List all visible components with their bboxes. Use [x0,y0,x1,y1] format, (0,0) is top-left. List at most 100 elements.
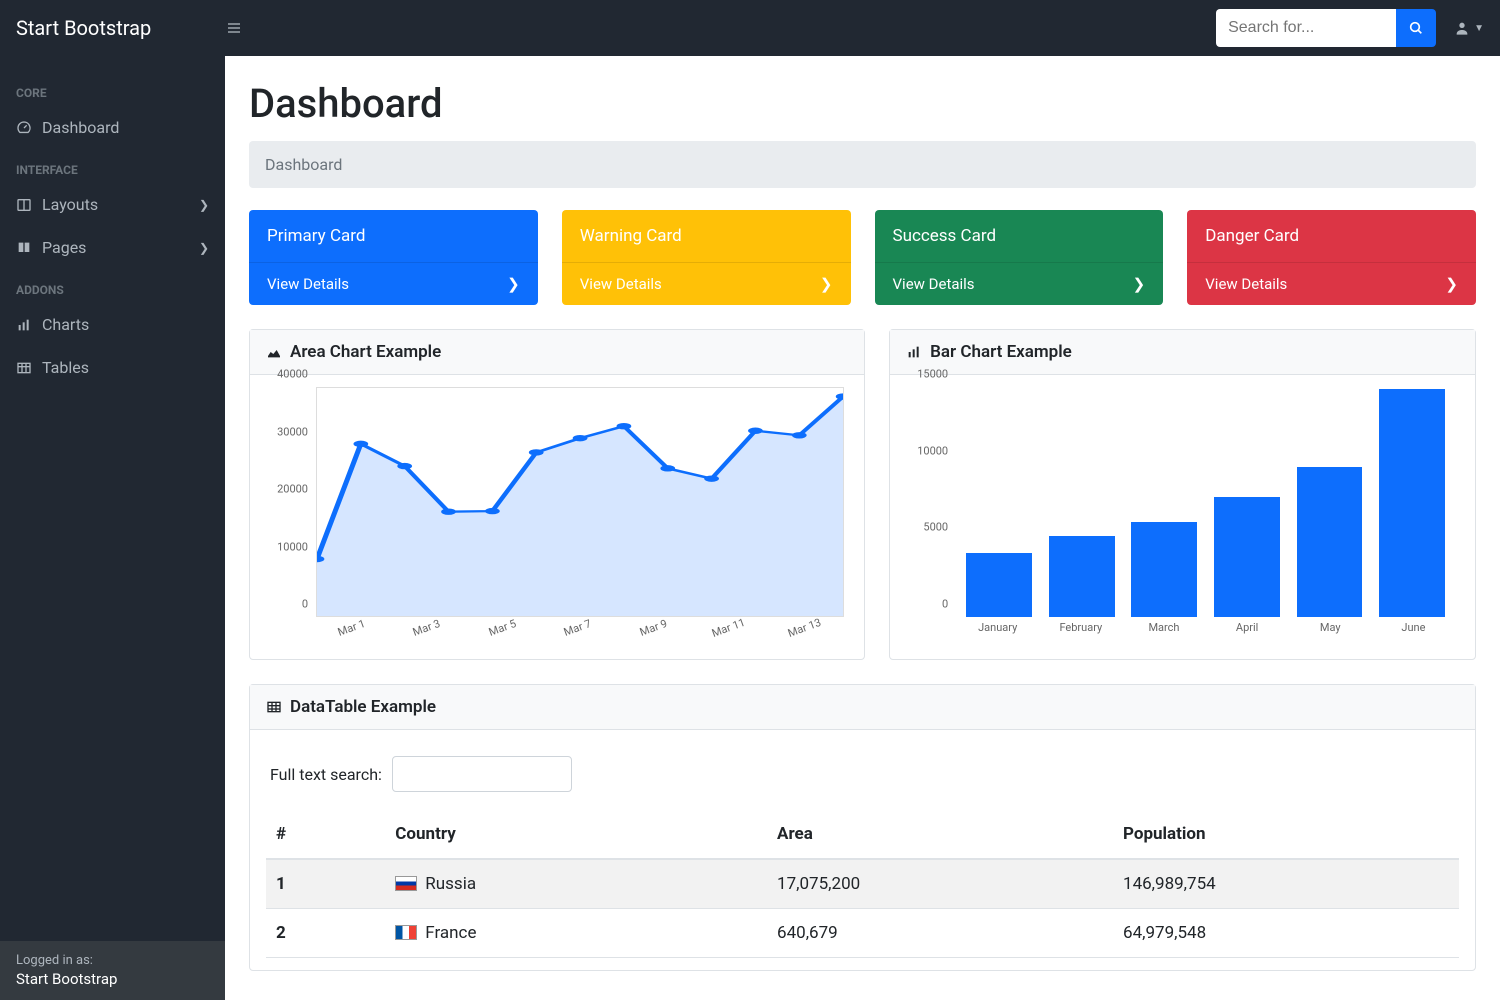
datatable-panel: DataTable Example Full text search: # Co… [249,684,1476,971]
stat-card-title: Danger Card [1187,210,1476,262]
sidebar-item-label: Pages [42,238,86,257]
x-tick: March [1122,621,1205,647]
chevron-right-icon: ❯ [199,241,209,255]
area-chart-panel: Area Chart Example 010000200003000040000… [249,329,865,660]
stat-card-link-label: View Details [1205,275,1287,293]
sidebar-toggle-button[interactable] [216,12,252,45]
x-tick: January [956,621,1039,647]
y-tick: 0 [302,598,308,611]
bar [1049,536,1115,617]
chart-icon [16,317,32,333]
brand[interactable]: Start Bootstrap [16,16,216,40]
sidebar-item-charts[interactable]: Charts [0,303,225,346]
flag-ru-icon [395,876,417,891]
stat-card-link-label: View Details [893,275,975,293]
breadcrumb-item: Dashboard [265,155,342,174]
table-icon [266,699,282,715]
panel-title: Bar Chart Example [930,342,1072,362]
tachometer-icon [16,120,32,136]
page-title: Dashboard [249,80,1476,127]
stat-card-link[interactable]: View Details ❯ [875,262,1164,305]
sidebar-footer-user: Start Bootstrap [16,970,209,988]
stat-card-warning: Warning Card View Details ❯ [562,210,851,305]
search-form [1216,9,1436,47]
datatable-header-population[interactable]: Population [1113,810,1459,859]
x-tick: April [1206,621,1289,647]
stat-card-link[interactable]: View Details ❯ [1187,262,1476,305]
x-tick: February [1039,621,1122,647]
stat-card-link-label: View Details [580,275,662,293]
caret-down-icon: ▼ [1474,23,1484,34]
table-row: 1Russia17,075,200146,989,754 [266,859,1459,909]
sidebar-footer: Logged in as: Start Bootstrap [0,941,225,1000]
columns-icon [16,197,32,213]
search-button[interactable] [1396,9,1436,47]
panel-header: Area Chart Example [250,330,864,375]
chart-panel-row: Area Chart Example 010000200003000040000… [249,329,1476,660]
cell-country: France [385,909,767,958]
chevron-right-icon: ❯ [1133,275,1146,293]
sidebar: CORE Dashboard INTERFACE Layouts ❯ Pages… [0,56,225,1000]
sidebar-item-layouts[interactable]: Layouts ❯ [0,183,225,226]
sidebar-item-label: Layouts [42,195,98,214]
datatable-header-country[interactable]: Country [385,810,767,859]
bar-chart-panel: Bar Chart Example 050001000015000 Januar… [889,329,1476,660]
search-icon [1408,20,1424,36]
breadcrumb: Dashboard [249,141,1476,188]
cell-area: 640,679 [767,909,1113,958]
search-input[interactable] [1216,9,1396,47]
table-row: 2France640,67964,979,548 [266,909,1459,958]
stat-card-success: Success Card View Details ❯ [875,210,1164,305]
sidebar-item-label: Dashboard [42,118,119,137]
sidebar-footer-label: Logged in as: [16,953,209,968]
y-tick: 15000 [917,368,948,381]
bar [1131,522,1197,617]
stat-card-link[interactable]: View Details ❯ [562,262,851,305]
x-tick: June [1372,621,1455,647]
cell-population: 64,979,548 [1113,909,1459,958]
datatable: # Country Area Population 1Russia17,075,… [266,810,1459,958]
y-tick: 40000 [277,368,308,381]
stat-card-link-label: View Details [267,275,349,293]
y-tick: 30000 [277,425,308,438]
y-tick: 0 [942,598,948,611]
bar [1379,389,1445,617]
y-tick: 20000 [277,483,308,496]
bar-chart-icon [906,344,922,360]
stat-card-danger: Danger Card View Details ❯ [1187,210,1476,305]
stat-card-link[interactable]: View Details ❯ [249,262,538,305]
sidebar-heading-addons: ADDONS [0,269,225,303]
sidebar-item-label: Charts [42,315,89,334]
user-icon [1454,20,1470,36]
stat-card-primary: Primary Card View Details ❯ [249,210,538,305]
sidebar-item-dashboard[interactable]: Dashboard [0,106,225,149]
stat-card-row: Primary Card View Details ❯ Warning Card… [249,210,1476,305]
bars-icon [226,20,242,36]
chevron-right-icon: ❯ [507,275,520,293]
table-icon [16,360,32,376]
datatable-header-idx[interactable]: # [266,810,385,859]
cell-country: Russia [385,859,767,909]
book-icon [16,240,32,256]
panel-title: DataTable Example [290,697,436,717]
y-tick: 5000 [923,521,948,534]
user-menu[interactable]: ▼ [1454,20,1484,36]
area-chart-icon [266,344,282,360]
datatable-search: Full text search: [266,742,1459,810]
cell-idx: 1 [266,859,385,909]
chevron-right-icon: ❯ [820,275,833,293]
datatable-search-label: Full text search: [270,765,382,784]
area-chart: 010000200003000040000 Mar 1Mar 3Mar 5Mar… [266,387,848,647]
cell-idx: 2 [266,909,385,958]
flag-fr-icon [395,925,417,940]
bar [966,553,1032,617]
datatable-search-input[interactable] [392,756,572,792]
sidebar-heading-core: CORE [0,72,225,106]
chevron-right-icon: ❯ [199,198,209,212]
datatable-header-area[interactable]: Area [767,810,1113,859]
stat-card-title: Warning Card [562,210,851,262]
sidebar-item-pages[interactable]: Pages ❯ [0,226,225,269]
sidebar-item-tables[interactable]: Tables [0,346,225,389]
main-content: Dashboard Dashboard Primary Card View De… [225,56,1500,1000]
x-tick: May [1289,621,1372,647]
